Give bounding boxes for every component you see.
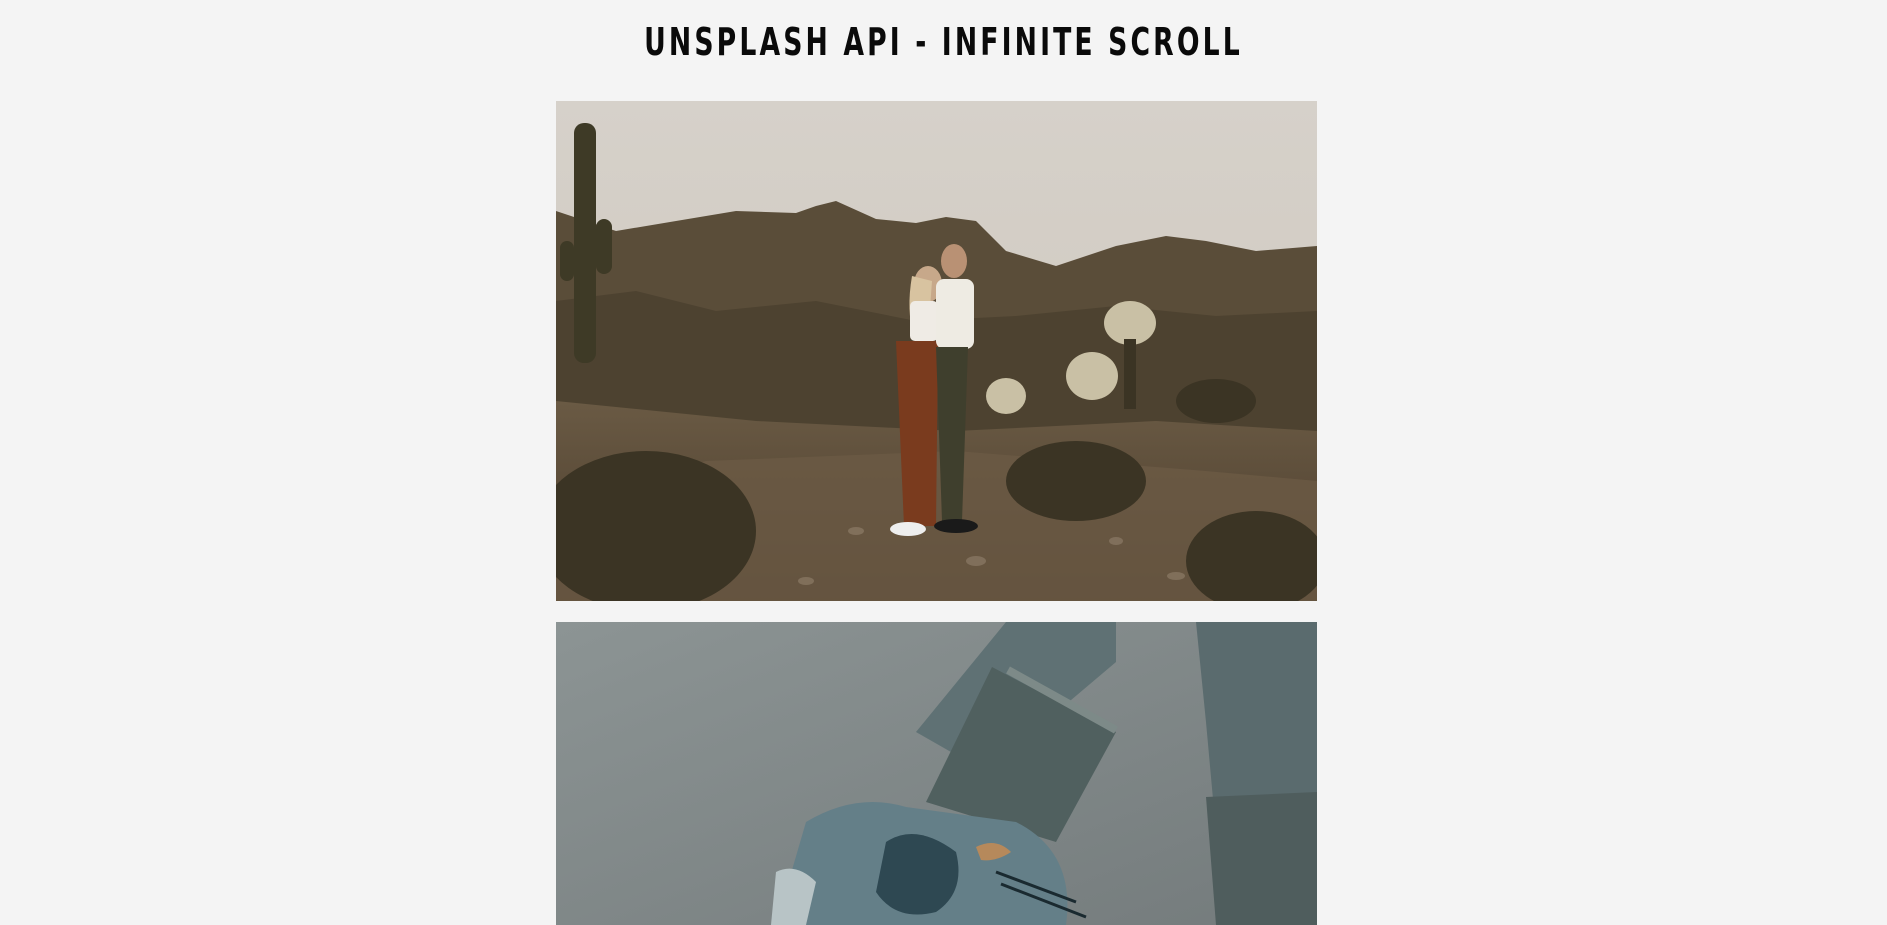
desert-couple-photo [556, 101, 1317, 601]
image-card[interactable] [556, 622, 1317, 925]
hiking-boot-photo [556, 622, 1317, 925]
image-card[interactable] [556, 101, 1317, 601]
page: UNSPLASH API - INFINITE SCROLL [0, 0, 1887, 925]
page-title: UNSPLASH API - INFINITE SCROLL [644, 20, 1243, 64]
